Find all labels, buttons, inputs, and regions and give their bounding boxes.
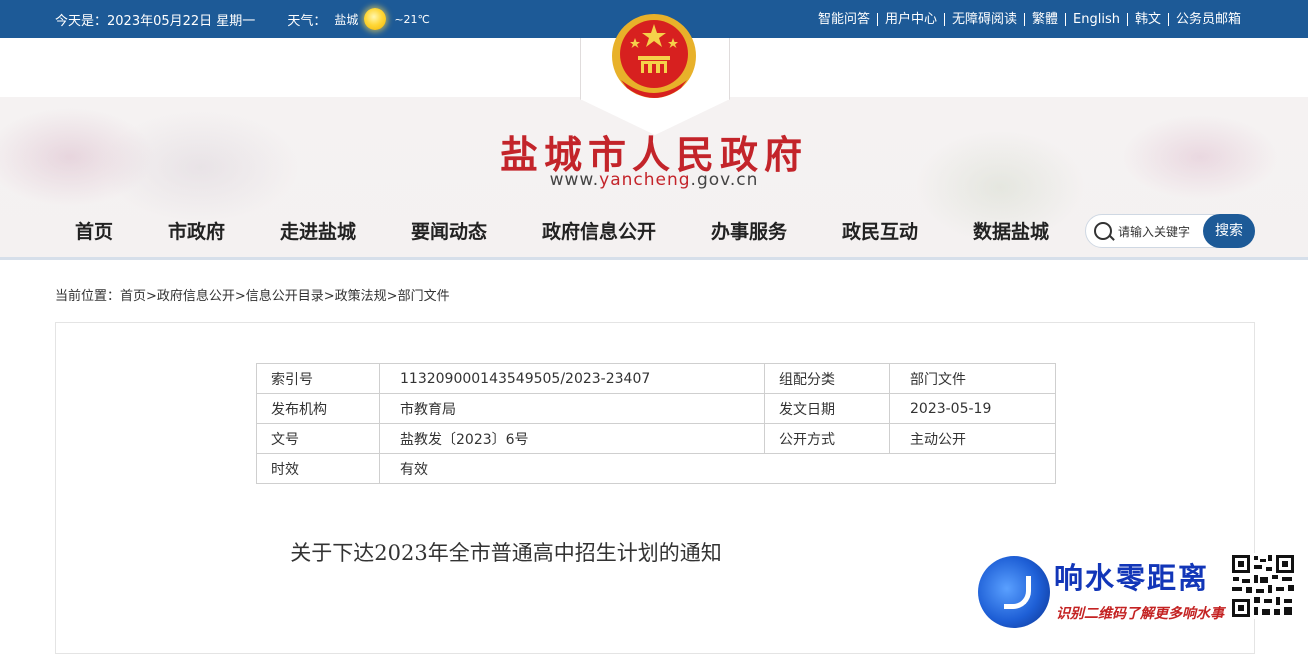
link-korean[interactable]: 韩文 xyxy=(1126,12,1168,26)
breadcrumb: 当前位置：首页>政府信息公开>信息公开目录>政策法规>部门文件 xyxy=(55,289,450,304)
link-accessibility[interactable]: 无障碍阅读 xyxy=(943,12,1024,26)
site-url-domain: yancheng xyxy=(599,170,691,190)
site-url-suffix: .gov.cn xyxy=(690,170,759,190)
search-icon xyxy=(1094,222,1112,240)
search-box: 搜索 xyxy=(1085,214,1255,248)
weather-temperature: ~21℃ xyxy=(394,12,430,26)
xiangshui-logo-icon xyxy=(978,556,1050,628)
meta-value: 113209000143549505/2023-23407 xyxy=(379,363,765,394)
nav-item-information-disclosure[interactable]: 政府信息公开 xyxy=(542,212,656,257)
meta-value: 盐教发〔2023〕6号 xyxy=(379,423,765,454)
nav-item-services[interactable]: 办事服务 xyxy=(711,212,787,257)
link-user-center[interactable]: 用户中心 xyxy=(876,12,944,26)
link-civil-servant-mail[interactable]: 公务员邮箱 xyxy=(1167,12,1248,26)
meta-key: 文号 xyxy=(256,423,380,454)
search-input[interactable] xyxy=(1116,221,1210,243)
xiangshui-badge[interactable]: 响水零距离 识别二维码了解更多响水事 xyxy=(978,553,1298,631)
site-url: www.yancheng.gov.cn xyxy=(0,170,1308,190)
date-weather: 今天是：2023年05月22日 星期一 天气： 盐城 ~21℃ xyxy=(55,0,430,38)
link-english[interactable]: English xyxy=(1065,12,1127,26)
meta-value: 有效 xyxy=(379,453,1056,484)
nav-item-data-yancheng[interactable]: 数据盐城 xyxy=(973,212,1049,257)
meta-key: 时效 xyxy=(256,453,380,484)
meta-key: 发文日期 xyxy=(764,393,890,424)
meta-value: 2023-05-19 xyxy=(889,393,1056,424)
meta-key: 索引号 xyxy=(256,363,380,394)
document-title: 关于下达2023年全市普通高中招生计划的通知 xyxy=(290,541,722,565)
current-date: 今天是：2023年05月22日 星期一 xyxy=(55,13,256,29)
nav-item-news[interactable]: 要闻动态 xyxy=(411,212,487,257)
meta-value: 主动公开 xyxy=(889,423,1056,454)
meta-key: 组配分类 xyxy=(764,363,890,394)
badge-subtitle: 识别二维码了解更多响水事 xyxy=(1056,606,1224,622)
table-row: 文号 盐教发〔2023〕6号 公开方式 主动公开 xyxy=(256,423,1056,454)
search-button[interactable]: 搜索 xyxy=(1203,214,1255,248)
meta-key: 发布机构 xyxy=(256,393,380,424)
nav-item-city-government[interactable]: 市政府 xyxy=(168,212,225,257)
nav-item-home[interactable]: 首页 xyxy=(75,212,113,257)
site-url-prefix: www. xyxy=(549,170,600,190)
table-row: 发布机构 市教育局 发文日期 2023-05-19 xyxy=(256,393,1056,424)
nav-divider xyxy=(0,257,1308,260)
nav-item-interaction[interactable]: 政民互动 xyxy=(842,212,918,257)
top-links: 智能问答 用户中心 无障碍阅读 繁體 English 韩文 公务员邮箱 xyxy=(811,0,1248,38)
link-smart-qa[interactable]: 智能问答 xyxy=(811,13,877,26)
badge-name: 响水零距离 xyxy=(1054,561,1210,595)
sun-icon xyxy=(364,8,387,30)
meta-value: 部门文件 xyxy=(889,363,1056,394)
weather-label: 天气： xyxy=(287,13,327,29)
qr-code-icon xyxy=(1230,553,1296,619)
meta-value: 市教育局 xyxy=(379,393,765,424)
table-row: 时效 有效 xyxy=(256,453,1056,484)
table-row: 索引号 113209000143549505/2023-23407 组配分类 部… xyxy=(256,363,1056,394)
national-emblem-icon xyxy=(612,14,696,98)
meta-key: 公开方式 xyxy=(764,423,890,454)
weather-city: 盐城 xyxy=(334,12,359,27)
link-traditional-chinese[interactable]: 繁體 xyxy=(1024,12,1065,26)
document-meta-table: 索引号 113209000143549505/2023-23407 组配分类 部… xyxy=(256,363,1056,484)
nav-item-about-yancheng[interactable]: 走进盐城 xyxy=(280,212,356,257)
